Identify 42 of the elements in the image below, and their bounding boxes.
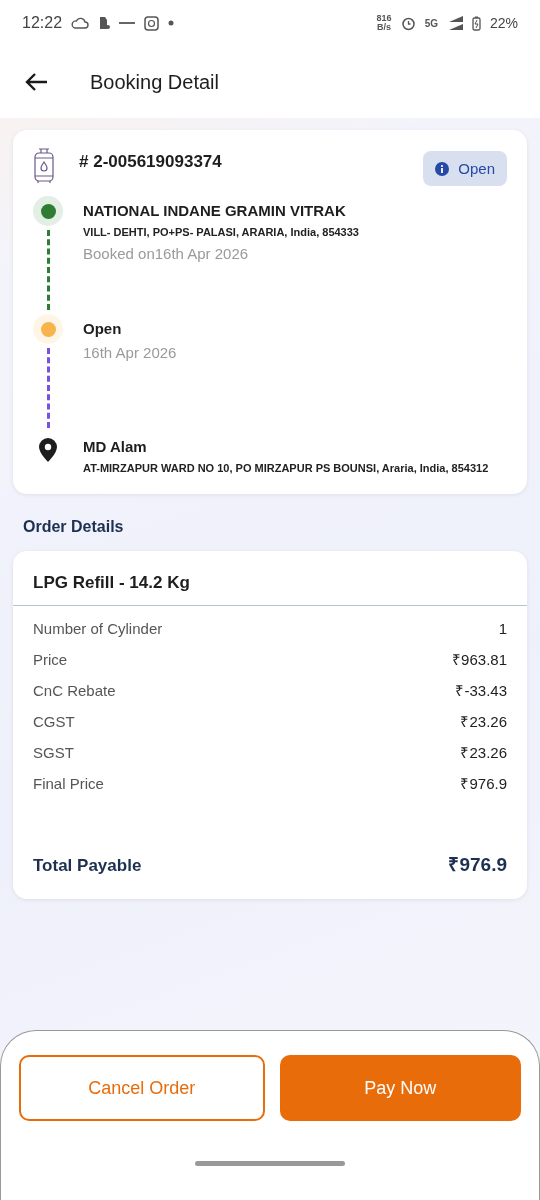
row-label: Price: [33, 651, 68, 669]
row-value: ₹963.81: [452, 651, 507, 669]
step-address: AT-MIRZAPUR WARD NO 10, PO MIRZAPUR PS BOUNSI, Araria, India, 854312: [83, 462, 489, 474]
section-heading: Order Details: [23, 518, 125, 536]
back-arrow-icon[interactable]: [24, 72, 48, 92]
network-type: 5G: [424, 17, 438, 29]
booking-number: # 2-005619093374: [79, 152, 223, 172]
alarm-icon: [400, 15, 416, 31]
row-value: ₹976.9: [460, 775, 507, 793]
location-pin-icon: [39, 438, 57, 462]
step-address: VILL- DEHTI, PO+PS- PALASI, ARARIA, India, 854333: [83, 226, 359, 238]
page-title: Booking Detail: [90, 70, 219, 94]
status-text: Open: [458, 160, 495, 177]
action-button[interactable]: Cancel Order: [19, 1055, 265, 1121]
action-button[interactable]: Pay Now: [279, 1055, 521, 1121]
row-label: CnC Rebate: [33, 682, 116, 700]
row-value: ₹23.26: [460, 713, 507, 731]
total-value: ₹976.9: [448, 853, 507, 877]
row-label: CGST: [33, 713, 75, 731]
gas-cylinder-icon: [33, 148, 55, 184]
total-label: Total Payable: [33, 856, 142, 876]
row-label: Final Price: [33, 775, 104, 793]
row-label: SGST: [33, 744, 74, 762]
app-icon: [144, 15, 160, 31]
step-date: Booked on16th Apr 2026: [83, 245, 250, 262]
net-unit: B/s: [377, 23, 392, 32]
product-name: LPG Refill - 14.2 Kg: [13, 551, 527, 606]
net-speed: 816: [376, 14, 392, 23]
step-title: MD Alam: [83, 438, 148, 455]
battery-icon: [471, 15, 481, 31]
row-label: Number of Cylinder: [33, 620, 163, 638]
info-icon: [435, 161, 450, 176]
dot-icon: [168, 20, 175, 26]
clock-time: 12:22: [22, 14, 63, 32]
step-title: NATIONAL INDANE GRAMIN VITRAK: [83, 202, 347, 219]
step-date: 16th Apr 2026: [83, 344, 177, 361]
cloud-icon: [71, 17, 90, 29]
step-title: Open: [83, 320, 123, 337]
row-value: ₹23.26: [460, 744, 507, 762]
row-value: ₹-33.43: [455, 682, 507, 700]
row-value: 1: [498, 620, 507, 638]
battery-level: 22%: [489, 15, 518, 31]
